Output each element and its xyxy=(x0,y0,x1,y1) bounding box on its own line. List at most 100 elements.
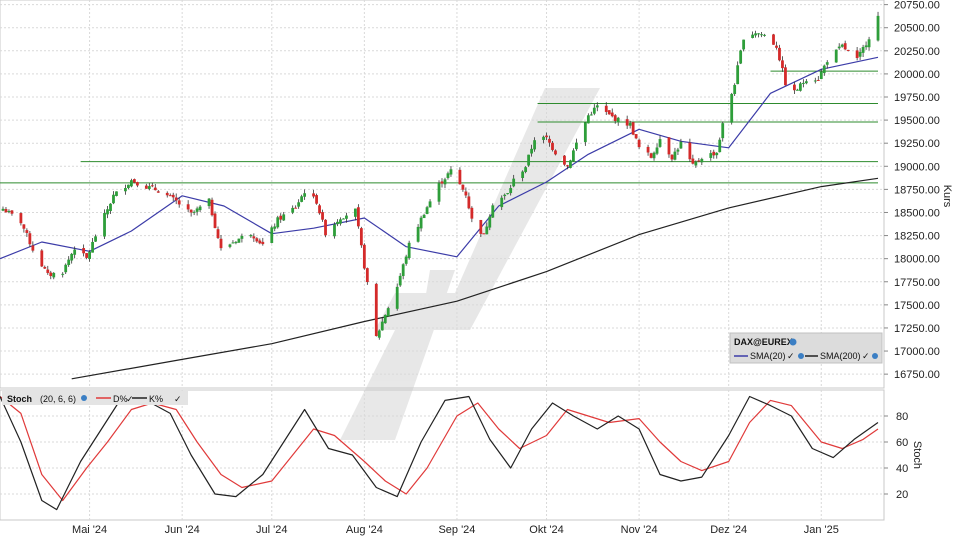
price-y-tick-label: 19000.00 xyxy=(894,161,940,173)
candle-body xyxy=(712,151,716,156)
candle-body xyxy=(428,201,432,208)
candle-body xyxy=(563,155,566,165)
candle-body xyxy=(813,80,817,82)
price-panel: 16750.00 17000.00 17250.00 17500.00 17750.00… xyxy=(0,0,953,389)
candle-body xyxy=(255,238,259,242)
candle-body xyxy=(586,115,590,124)
candle-body xyxy=(855,50,859,59)
candle-body xyxy=(652,152,656,159)
candle-body xyxy=(604,105,608,112)
candle-body xyxy=(527,154,531,166)
candle-body xyxy=(446,173,450,178)
candle-body xyxy=(345,215,348,219)
candle-body xyxy=(270,227,274,243)
stoch-d-line xyxy=(0,396,879,502)
candle-body xyxy=(374,283,378,337)
candle-body xyxy=(733,84,737,95)
candle-body xyxy=(64,264,68,273)
candle-body xyxy=(156,191,160,193)
candle-body xyxy=(500,197,504,208)
globe-icon[interactable] xyxy=(798,353,804,359)
candle-body xyxy=(461,184,465,190)
candle-body xyxy=(276,217,280,228)
candle-body xyxy=(10,210,14,214)
candle-body xyxy=(554,150,557,155)
candle-body xyxy=(646,146,650,153)
candle-body xyxy=(127,184,130,189)
globe-icon[interactable] xyxy=(872,353,878,359)
legend-k: K% xyxy=(149,394,163,404)
candle-body xyxy=(61,273,65,275)
price-y-tick-label: 18000.00 xyxy=(894,254,940,266)
candle-body xyxy=(395,286,399,309)
candle-body xyxy=(658,139,662,147)
stoch-y-tick-label: 20 xyxy=(896,489,908,501)
candle-body xyxy=(324,219,327,236)
candle-body xyxy=(279,215,283,220)
price-y-tick-label: 17500.00 xyxy=(894,300,940,312)
candle-body xyxy=(742,39,746,50)
candle-body xyxy=(834,49,838,63)
candle-body xyxy=(150,185,154,187)
price-y-tick-label: 17000.00 xyxy=(894,346,940,358)
candle-body xyxy=(572,150,575,162)
candle-body xyxy=(174,197,178,201)
candle-body xyxy=(467,196,471,209)
candle-body xyxy=(485,226,489,235)
check-icon[interactable]: ✓ xyxy=(787,351,795,361)
candle-body xyxy=(312,193,315,197)
candle-body xyxy=(819,71,823,80)
candle-body xyxy=(530,148,533,154)
candle-body xyxy=(667,137,671,155)
candle-body xyxy=(470,207,474,219)
candle-body xyxy=(592,107,596,114)
candle-body xyxy=(25,230,29,233)
candle-body xyxy=(43,266,47,269)
candle-body xyxy=(380,321,384,331)
candle-body xyxy=(754,33,757,36)
candle-body xyxy=(91,241,94,253)
candle-body xyxy=(103,212,106,237)
candle-body xyxy=(359,228,363,246)
candle-body xyxy=(673,151,677,160)
candle-body xyxy=(228,244,232,247)
sma20-line xyxy=(0,56,879,260)
candle-body xyxy=(613,115,617,122)
check-icon[interactable]: ✓ xyxy=(862,351,870,361)
price-axis-title: Kurs xyxy=(941,185,953,208)
candle-body xyxy=(876,15,880,41)
candle-body xyxy=(282,214,286,221)
check-icon[interactable]: ✓ xyxy=(174,394,182,404)
candle-body xyxy=(503,194,507,197)
legend-sma200: SMA(200) xyxy=(820,351,861,361)
globe-icon[interactable] xyxy=(789,338,797,346)
price-y-tick-label: 18250.00 xyxy=(894,231,940,243)
candle-body xyxy=(506,193,510,195)
candle-body xyxy=(383,314,387,324)
candle-body xyxy=(793,84,796,91)
x-tick-label: Jul '24 xyxy=(256,524,287,536)
candle-body xyxy=(40,250,44,267)
candle-body xyxy=(231,242,235,244)
candle-body xyxy=(843,43,847,50)
candle-body xyxy=(700,158,704,163)
candle-body xyxy=(7,210,11,213)
candle-body xyxy=(416,226,420,242)
globe-icon[interactable] xyxy=(81,395,87,401)
candle-body xyxy=(628,123,632,126)
candle-body xyxy=(840,44,844,47)
stoch-lines xyxy=(0,395,879,511)
candle-body xyxy=(631,122,635,135)
candle-body xyxy=(240,235,244,239)
candle-body xyxy=(784,67,787,86)
candle-body xyxy=(171,194,175,198)
candle-body xyxy=(670,154,674,160)
candle-body xyxy=(482,233,486,235)
candle-body xyxy=(377,330,381,338)
price-y-tick-label: 19500.00 xyxy=(894,115,940,127)
candle-body xyxy=(234,242,238,244)
check-icon[interactable]: ✓ xyxy=(126,394,134,404)
candle-body xyxy=(760,34,763,36)
candle-body xyxy=(778,47,781,61)
price-y-tick-label: 17750.00 xyxy=(894,277,940,289)
